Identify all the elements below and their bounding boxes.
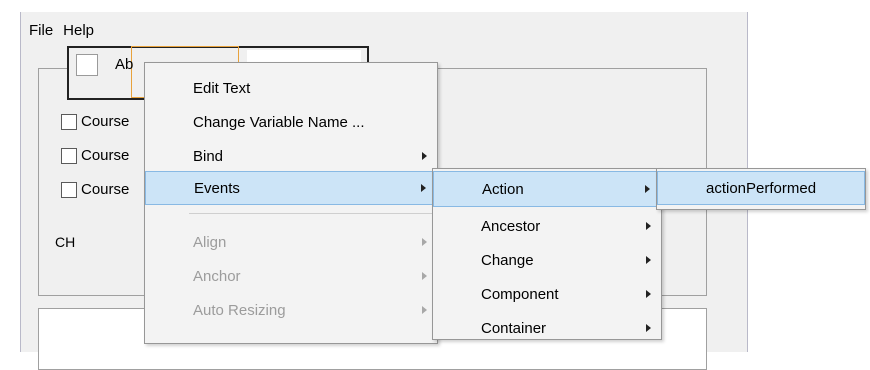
submenu-item-ancestor[interactable]: Ancestor xyxy=(433,209,661,243)
course-checkbox-3[interactable]: Course xyxy=(61,181,129,198)
submenu-item-action[interactable]: Action xyxy=(433,171,661,207)
submenu-item-container[interactable]: Container xyxy=(433,311,661,345)
menu-item-bind[interactable]: Bind xyxy=(145,139,437,173)
menu-item-label: Events xyxy=(194,179,240,197)
top-checkbox[interactable] xyxy=(76,54,98,76)
top-checkbox-label: Ab xyxy=(115,56,134,73)
submenu-arrow-icon xyxy=(421,184,426,192)
submenu-item-change[interactable]: Change xyxy=(433,243,661,277)
ch-label: CH xyxy=(55,234,76,250)
checkbox-label: Course xyxy=(81,181,130,198)
menu-file[interactable]: File xyxy=(27,20,55,44)
menu-item-label: Edit Text xyxy=(193,79,251,97)
menu-item-label: Change xyxy=(481,251,534,269)
menu-item-anchor[interactable]: Anchor xyxy=(145,259,437,293)
menu-item-auto-resizing[interactable]: Auto Resizing xyxy=(145,293,437,327)
submenu-arrow-icon xyxy=(646,256,651,264)
checkbox-label: Course xyxy=(81,147,130,164)
menu-item-events[interactable]: Events xyxy=(145,171,437,205)
menu-item-label: Action xyxy=(482,180,524,198)
menu-item-edit-text[interactable]: Edit Text xyxy=(145,71,437,105)
menu-item-label: Change Variable Name ... xyxy=(193,113,365,131)
checkbox-label: Course xyxy=(81,113,130,130)
course-checkbox-1[interactable]: Course xyxy=(61,113,129,130)
submenu-item-action-performed[interactable]: actionPerformed xyxy=(657,171,865,205)
submenu-arrow-icon xyxy=(646,290,651,298)
submenu-arrow-icon xyxy=(422,152,427,160)
menu-item-change-variable-name[interactable]: Change Variable Name ... xyxy=(145,105,437,139)
checkbox-box[interactable] xyxy=(61,147,77,164)
menu-item-label: Align xyxy=(193,233,227,251)
submenu-arrow-icon xyxy=(646,324,651,332)
menu-item-label: Anchor xyxy=(193,267,241,285)
events-submenu: Action Ancestor Change Component Contain… xyxy=(432,168,662,340)
menu-item-label: actionPerformed xyxy=(706,179,817,197)
action-submenu: actionPerformed xyxy=(656,168,866,210)
menu-item-label: Auto Resizing xyxy=(193,301,286,319)
submenu-item-component[interactable]: Component xyxy=(433,277,661,311)
menu-item-label: Component xyxy=(481,285,559,303)
submenu-arrow-icon xyxy=(646,222,651,230)
menu-bar: File Help xyxy=(21,20,96,44)
menu-item-label: Container xyxy=(481,319,547,337)
submenu-arrow-icon xyxy=(422,272,427,280)
submenu-arrow-icon xyxy=(422,238,427,246)
menu-help[interactable]: Help xyxy=(61,20,96,44)
submenu-arrow-icon xyxy=(422,306,427,314)
course-checkbox-2[interactable]: Course xyxy=(61,147,129,164)
menu-separator xyxy=(189,213,435,214)
menu-item-label: Bind xyxy=(193,147,224,165)
menu-item-align[interactable]: Align xyxy=(145,225,437,259)
submenu-arrow-icon xyxy=(645,185,650,193)
checkbox-box[interactable] xyxy=(61,113,77,130)
context-menu: Edit Text Change Variable Name ... Bind … xyxy=(144,62,438,344)
checkbox-box[interactable] xyxy=(61,181,77,198)
menu-item-label: Ancestor xyxy=(481,217,541,235)
